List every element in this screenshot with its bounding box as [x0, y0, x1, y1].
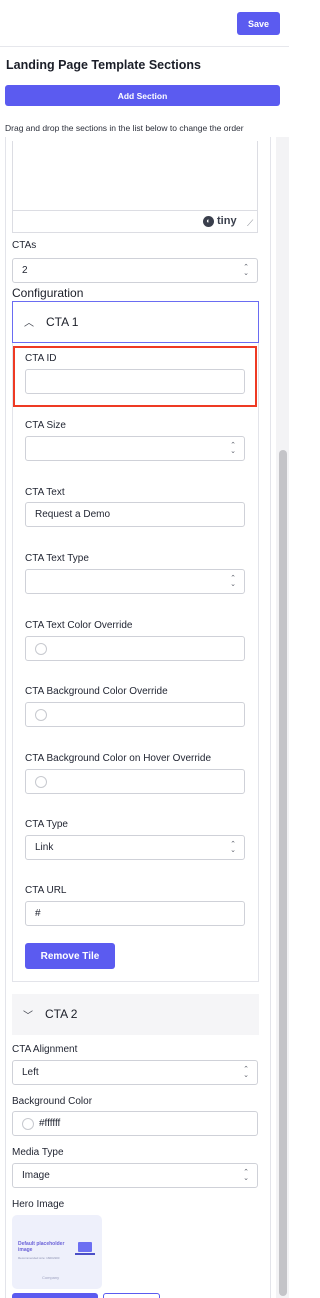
background-color-value: #ffffff: [39, 1118, 61, 1129]
hero-placeholder-title: Default placeholder image: [18, 1241, 65, 1253]
ctas-select[interactable]: 2 ⌃ ⌄: [12, 258, 258, 283]
cta-size-label: CTA Size: [25, 420, 66, 431]
cta-text-label: CTA Text: [25, 487, 65, 498]
cta-alignment-select[interactable]: Left ⌃ ⌄: [12, 1060, 258, 1085]
cta-text-type-label: CTA Text Type: [25, 553, 89, 564]
cta2-accordion-header[interactable]: ﹀ CTA 2: [12, 994, 259, 1035]
chevron-updown-icon: ⌃ ⌄: [230, 442, 236, 455]
tiny-logo: ◐ tiny: [203, 215, 237, 227]
laptop-base-icon: [75, 1253, 95, 1255]
media-type-label: Media Type: [12, 1147, 64, 1158]
cta-url-input[interactable]: #: [25, 901, 245, 926]
chevron-updown-icon: ⌃ ⌄: [230, 575, 236, 588]
chevron-updown-icon: ⌃ ⌄: [243, 1169, 249, 1182]
resize-handle-icon[interactable]: ⟋: [247, 218, 253, 229]
cta2-title: CTA 2: [45, 1007, 78, 1021]
laptop-icon: [78, 1242, 92, 1252]
hero-image-label: Hero Image: [12, 1199, 65, 1210]
text-color-override-input[interactable]: [25, 636, 245, 661]
configuration-label: Configuration: [12, 286, 84, 300]
background-color-label: Background Color: [12, 1096, 93, 1107]
bg-hover-override-label: CTA Background Color on Hover Override: [25, 753, 212, 764]
cta1-accordion-header[interactable]: ︿ CTA 1: [12, 301, 259, 343]
instruction-text: Drag and drop the sections in the list b…: [5, 123, 244, 133]
remove-tile-button[interactable]: Remove Tile: [25, 943, 115, 969]
cta-type-value: Link: [35, 842, 54, 853]
save-button[interactable]: Save: [237, 12, 280, 35]
cta-text-type-select[interactable]: ⌃ ⌄: [25, 569, 245, 594]
ctas-label: CTAs: [12, 240, 37, 251]
bg-hover-override-input[interactable]: [25, 769, 245, 794]
ctas-value: 2: [22, 265, 28, 276]
chevron-updown-icon: ⌃ ⌄: [230, 841, 236, 854]
chevron-down-icon: ﹀: [23, 1011, 33, 1022]
media-type-select[interactable]: Image ⌃ ⌄: [12, 1163, 258, 1188]
color-swatch-icon[interactable]: [35, 643, 47, 655]
chevron-updown-icon: ⌃ ⌄: [243, 1066, 249, 1079]
page-title: Landing Page Template Sections: [6, 58, 201, 72]
cta-type-select[interactable]: Link ⌃ ⌄: [25, 835, 245, 860]
header-divider: [0, 46, 289, 47]
tiny-brand-text: tiny: [217, 215, 237, 227]
top-bar: Save: [0, 0, 289, 46]
scrollbar-thumb[interactable]: [279, 450, 287, 1296]
chevron-updown-icon: ⌃ ⌄: [243, 264, 249, 277]
color-swatch-icon[interactable]: [35, 709, 47, 721]
upload-image-button[interactable]: [12, 1293, 98, 1298]
color-swatch-icon[interactable]: [35, 776, 47, 788]
bg-color-override-label: CTA Background Color Override: [25, 686, 168, 697]
background-color-input[interactable]: #ffffff: [12, 1111, 258, 1136]
cta-id-label: CTA ID: [25, 353, 57, 364]
hero-image-thumbnail[interactable]: Default placeholder image Recommended si…: [12, 1215, 102, 1289]
hero-placeholder-brand: Company: [42, 1275, 60, 1280]
chevron-up-icon: ︿: [24, 318, 34, 329]
tiny-mark-icon: ◐: [203, 215, 214, 227]
add-section-button[interactable]: Add Section: [5, 85, 280, 106]
color-swatch-icon[interactable]: [22, 1118, 34, 1130]
bg-color-override-input[interactable]: [25, 702, 245, 727]
cta-type-label: CTA Type: [25, 819, 68, 830]
text-color-override-label: CTA Text Color Override: [25, 620, 133, 631]
remove-image-button[interactable]: [103, 1293, 160, 1298]
cta-size-select[interactable]: ⌃ ⌄: [25, 436, 245, 461]
cta-id-input[interactable]: [25, 369, 245, 394]
cta-alignment-value: Left: [22, 1067, 39, 1078]
media-type-value: Image: [22, 1170, 50, 1181]
cta-url-label: CTA URL: [25, 885, 67, 896]
cta-alignment-label: CTA Alignment: [12, 1044, 78, 1055]
cta1-title: CTA 1: [46, 315, 79, 329]
hero-placeholder-subtitle: Recommended size: 1600x900: [18, 1256, 60, 1260]
cta-text-input[interactable]: Request a Demo: [25, 502, 245, 527]
